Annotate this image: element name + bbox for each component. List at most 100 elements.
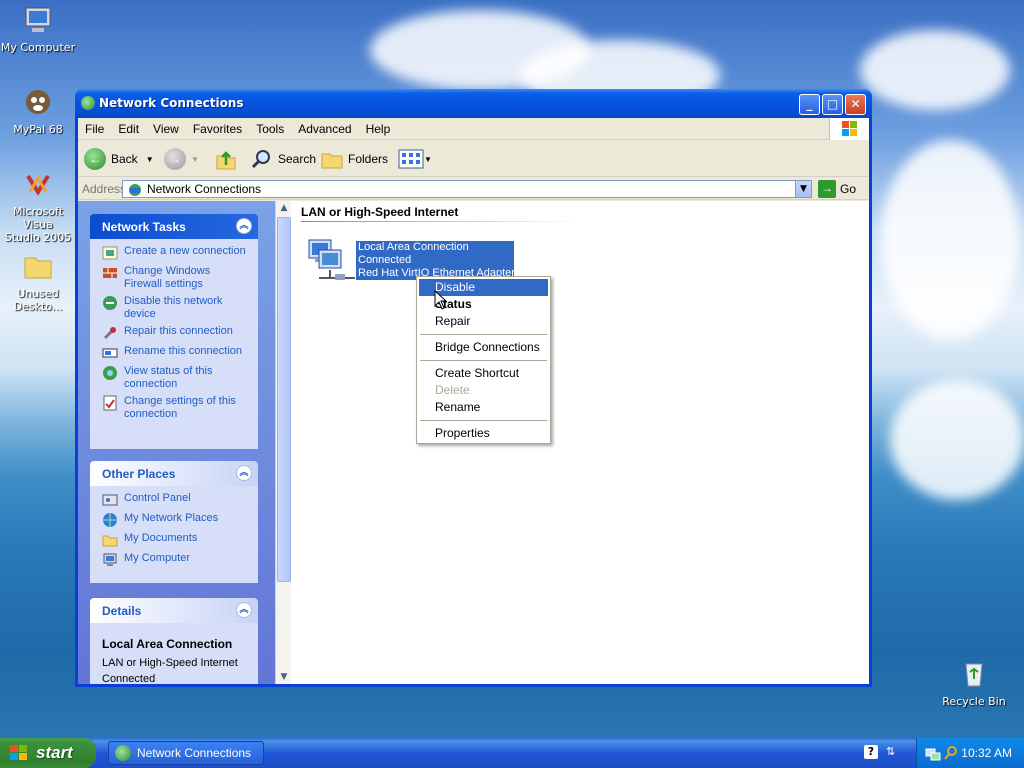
collapse-chevron-icon[interactable]: ︽: [236, 218, 252, 234]
start-button[interactable]: start: [0, 738, 96, 768]
views-dropdown-icon: ▼: [424, 154, 432, 164]
menu-help[interactable]: Help: [359, 118, 398, 136]
group-divider: [301, 221, 581, 222]
desktop-icon-unused-desktop[interactable]: Unused Deskto...: [0, 250, 76, 313]
menu-tools[interactable]: Tools: [249, 118, 291, 136]
forward-button[interactable]: → ▼: [164, 145, 199, 173]
recycle-bin-icon: [965, 663, 983, 687]
task-firewall-settings[interactable]: Change Windows Firewall settings: [102, 265, 250, 291]
connection-name: Local Area Connection: [358, 241, 469, 253]
settings-icon: [103, 395, 117, 411]
computer-icon: [103, 553, 117, 566]
collapse-chevron-icon[interactable]: ︽: [236, 602, 252, 618]
place-my-network-places[interactable]: My Network Places: [102, 512, 250, 528]
scrollbar-thumb[interactable]: [277, 217, 291, 582]
other-places-body: Control Panel My Network Places My Docum…: [90, 486, 258, 583]
place-my-computer[interactable]: My Computer: [102, 552, 250, 568]
up-folder-button[interactable]: [214, 145, 238, 173]
folder-icon: [24, 257, 52, 279]
connections-view: LAN or High-Speed Internet Local Area Co…: [291, 201, 869, 684]
menu-item-repair[interactable]: Repair: [419, 313, 548, 330]
back-button[interactable]: ← Back ▼: [84, 145, 154, 173]
clock[interactable]: 10:32 AM: [961, 746, 1012, 760]
network-tasks-body: Create a new connection Change Windows F…: [90, 239, 258, 449]
task-create-connection[interactable]: Create a new connection: [102, 245, 250, 261]
task-view-status[interactable]: View status of this connection: [102, 365, 250, 391]
desktop-icon-visual-studio[interactable]: Microsoft Visua Studio 2005: [0, 168, 76, 244]
scroll-up-icon[interactable]: ▲: [277, 201, 291, 215]
menu-edit[interactable]: Edit: [111, 118, 146, 136]
search-button[interactable]: Search: [250, 145, 316, 173]
menu-file[interactable]: File: [78, 118, 111, 136]
maximize-button[interactable]: □: [822, 94, 843, 115]
minimize-button[interactable]: _: [799, 94, 820, 115]
lan-connection-item[interactable]: Local Area Connection Connected Red Hat …: [356, 241, 515, 280]
menu-item-rename[interactable]: Rename: [419, 399, 548, 416]
search-tray-icon[interactable]: [943, 745, 959, 761]
network-connections-icon: [115, 745, 131, 761]
network-tasks-header[interactable]: Network Tasks ︽: [90, 214, 258, 239]
task-change-settings[interactable]: Change settings of this connection: [102, 395, 250, 421]
back-dropdown-icon[interactable]: ▼: [146, 155, 154, 164]
address-dropdown-icon[interactable]: ▼: [795, 181, 811, 197]
menu-advanced[interactable]: Advanced: [291, 118, 358, 136]
menu-view[interactable]: View: [146, 118, 186, 136]
folders-label: Folders: [348, 152, 389, 166]
place-my-documents[interactable]: My Documents: [102, 532, 250, 548]
repair-icon: [103, 327, 116, 340]
windows-logo-icon: [829, 118, 869, 140]
mypal-icon: [26, 90, 50, 114]
folders-button[interactable]: Folders: [320, 145, 388, 173]
rename-icon: [102, 348, 118, 358]
desktop-icon-label: Recycle Bin: [942, 695, 1006, 708]
visual-studio-icon: [26, 174, 50, 196]
lan-connection-icon[interactable]: [305, 236, 355, 284]
connection-status: Connected: [358, 254, 412, 266]
new-connection-icon: [102, 246, 118, 260]
go-arrow-icon: →: [818, 180, 836, 198]
taskbar-network-connections[interactable]: Network Connections: [108, 741, 264, 765]
desktop-icon-label: MyPal 68: [13, 123, 63, 136]
network-connections-icon: [129, 184, 141, 196]
details-connection-status: Connected: [102, 673, 156, 684]
desktop-icon-mypal[interactable]: MyPal 68: [0, 86, 76, 136]
collapse-chevron-icon[interactable]: ︽: [236, 465, 252, 481]
task-pane-scrollbar[interactable]: ▲ ▼: [275, 201, 291, 684]
address-value: Network Connections: [147, 182, 262, 196]
back-label: Back: [111, 152, 138, 166]
menu-item-bridge-connections[interactable]: Bridge Connections: [419, 339, 548, 356]
go-label: Go: [840, 182, 857, 196]
network-tray-icon[interactable]: [925, 745, 941, 761]
views-button[interactable]: ▼: [398, 145, 432, 173]
desktop-icon-my-computer[interactable]: My Computer: [0, 4, 76, 54]
mouse-cursor-icon: [434, 290, 448, 310]
details-panel: Details ︽ Local Area Connection LAN or H…: [90, 598, 258, 684]
details-header[interactable]: Details ︽: [90, 598, 258, 623]
volume-icon[interactable]: ⇅: [886, 745, 895, 758]
task-disable-device[interactable]: Disable this network device: [102, 295, 250, 321]
system-tray: 10:32 AM: [916, 738, 1024, 768]
desktop-icon-label: Unused Deskto...: [13, 287, 63, 313]
taskbar: start Network Connections ? ⇅ 10:32 AM: [0, 738, 1024, 768]
views-icon: [398, 149, 424, 169]
menu-favorites[interactable]: Favorites: [186, 118, 249, 136]
scroll-down-icon[interactable]: ▼: [277, 670, 291, 684]
task-rename-connection[interactable]: Rename this connection: [102, 345, 250, 361]
task-repair-connection[interactable]: Repair this connection: [102, 325, 250, 341]
menu-item-properties[interactable]: Properties: [419, 425, 548, 442]
control-panel-icon: [102, 494, 118, 506]
menu-separator: [420, 360, 547, 361]
menu-item-delete: Delete: [435, 383, 470, 397]
search-icon: [251, 150, 270, 169]
help-icon[interactable]: ?: [864, 745, 878, 759]
close-button[interactable]: ✕: [845, 94, 866, 115]
desktop-icon-recycle-bin[interactable]: Recycle Bin: [936, 658, 1012, 708]
address-input[interactable]: Network Connections ▼: [122, 180, 812, 198]
address-label: Address: [82, 182, 127, 196]
title-bar[interactable]: Network Connections _ □ ✕: [75, 89, 872, 118]
go-button[interactable]: → Go: [818, 180, 856, 198]
other-places-header[interactable]: Other Places ︽: [90, 461, 258, 486]
network-tasks-title: Network Tasks: [102, 220, 186, 234]
menu-item-create-shortcut[interactable]: Create Shortcut: [419, 365, 548, 382]
place-control-panel[interactable]: Control Panel: [102, 492, 250, 508]
